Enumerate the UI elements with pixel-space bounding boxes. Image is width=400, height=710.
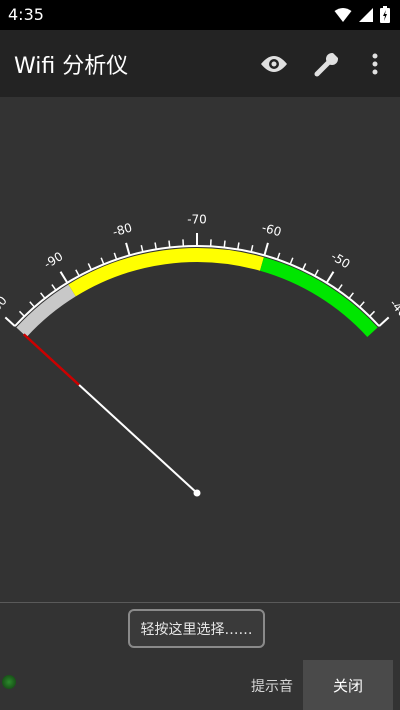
divider bbox=[0, 602, 400, 603]
eye-icon[interactable] bbox=[257, 47, 291, 81]
gauge-tick-label: -70 bbox=[187, 213, 207, 227]
gauge-zones bbox=[16, 248, 378, 338]
gauge-minor-tick bbox=[276, 252, 281, 260]
gauge-minor-tick bbox=[314, 269, 319, 277]
gauge-minor-tick bbox=[113, 252, 118, 260]
gauge-minor-tick bbox=[87, 263, 92, 271]
status-indicator-dot bbox=[2, 675, 16, 689]
gauge-minor-tick bbox=[29, 301, 35, 308]
wrench-icon[interactable] bbox=[310, 47, 344, 81]
close-button[interactable]: 关闭 bbox=[303, 660, 393, 710]
gauge-minor-tick bbox=[250, 245, 254, 253]
gauge-major-tick bbox=[4, 316, 16, 327]
wifi-icon bbox=[334, 7, 352, 27]
sound-label[interactable]: 提示音 bbox=[251, 676, 293, 696]
gauge-ticks bbox=[4, 233, 390, 327]
gauge-minor-tick bbox=[100, 257, 105, 265]
signal-icon bbox=[358, 7, 374, 27]
gauge-major-tick bbox=[59, 271, 69, 284]
gauge-svg: -100-90-80-70-60-50-40 dBm bbox=[0, 213, 400, 497]
gauge-needle-shaft bbox=[78, 384, 198, 494]
gauge-major-tick bbox=[378, 316, 390, 327]
gauge-minor-tick bbox=[154, 242, 157, 250]
gauge-tick-label: -80 bbox=[111, 220, 134, 239]
gauge-needle bbox=[22, 333, 201, 497]
gauge-needle-tip bbox=[22, 333, 80, 386]
gauge-minor-tick bbox=[337, 284, 343, 291]
signal-gauge: -100-90-80-70-60-50-40 dBm bbox=[0, 97, 400, 602]
more-vert-icon[interactable] bbox=[358, 47, 392, 81]
gauge-minor-tick bbox=[237, 242, 240, 250]
gauge-minor-tick bbox=[289, 257, 294, 265]
gauge-major-tick bbox=[325, 271, 335, 284]
gauge-tick-label: -100 bbox=[0, 293, 10, 323]
gauge-minor-tick bbox=[168, 240, 171, 248]
gauge-needle-pivot bbox=[193, 489, 201, 497]
gauge-zone bbox=[259, 257, 378, 337]
gauge-minor-tick bbox=[40, 292, 46, 299]
gauge-tick-label: -60 bbox=[260, 220, 283, 239]
gauge-minor-tick bbox=[75, 269, 80, 277]
gauge-minor-tick bbox=[140, 245, 144, 253]
app-bar: Wifi 分析仪 bbox=[0, 30, 400, 97]
status-bar: 4:35 bbox=[0, 0, 400, 30]
gauge-zone bbox=[68, 248, 264, 297]
gauge-major-tick bbox=[125, 242, 131, 256]
gauge-minor-tick bbox=[302, 263, 307, 271]
gauge-minor-tick bbox=[223, 240, 226, 248]
app-title: Wifi 分析仪 bbox=[14, 54, 129, 79]
gauge-minor-tick bbox=[348, 292, 354, 299]
status-time: 4:35 bbox=[8, 5, 44, 24]
gauge-major-tick bbox=[263, 242, 269, 256]
status-icons bbox=[334, 6, 390, 27]
gauge-tick-label: -50 bbox=[329, 249, 353, 271]
gauge-minor-tick bbox=[51, 284, 57, 291]
select-network-button[interactable]: 轻按这里选择…… bbox=[128, 609, 265, 648]
gauge-minor-tick bbox=[18, 310, 25, 317]
gauge-tick-label: -90 bbox=[41, 249, 65, 271]
gauge-minor-tick bbox=[359, 301, 365, 308]
gauge-minor-tick bbox=[369, 310, 376, 317]
battery-icon bbox=[380, 6, 390, 27]
gauge-tick-label: -40 bbox=[387, 296, 400, 320]
